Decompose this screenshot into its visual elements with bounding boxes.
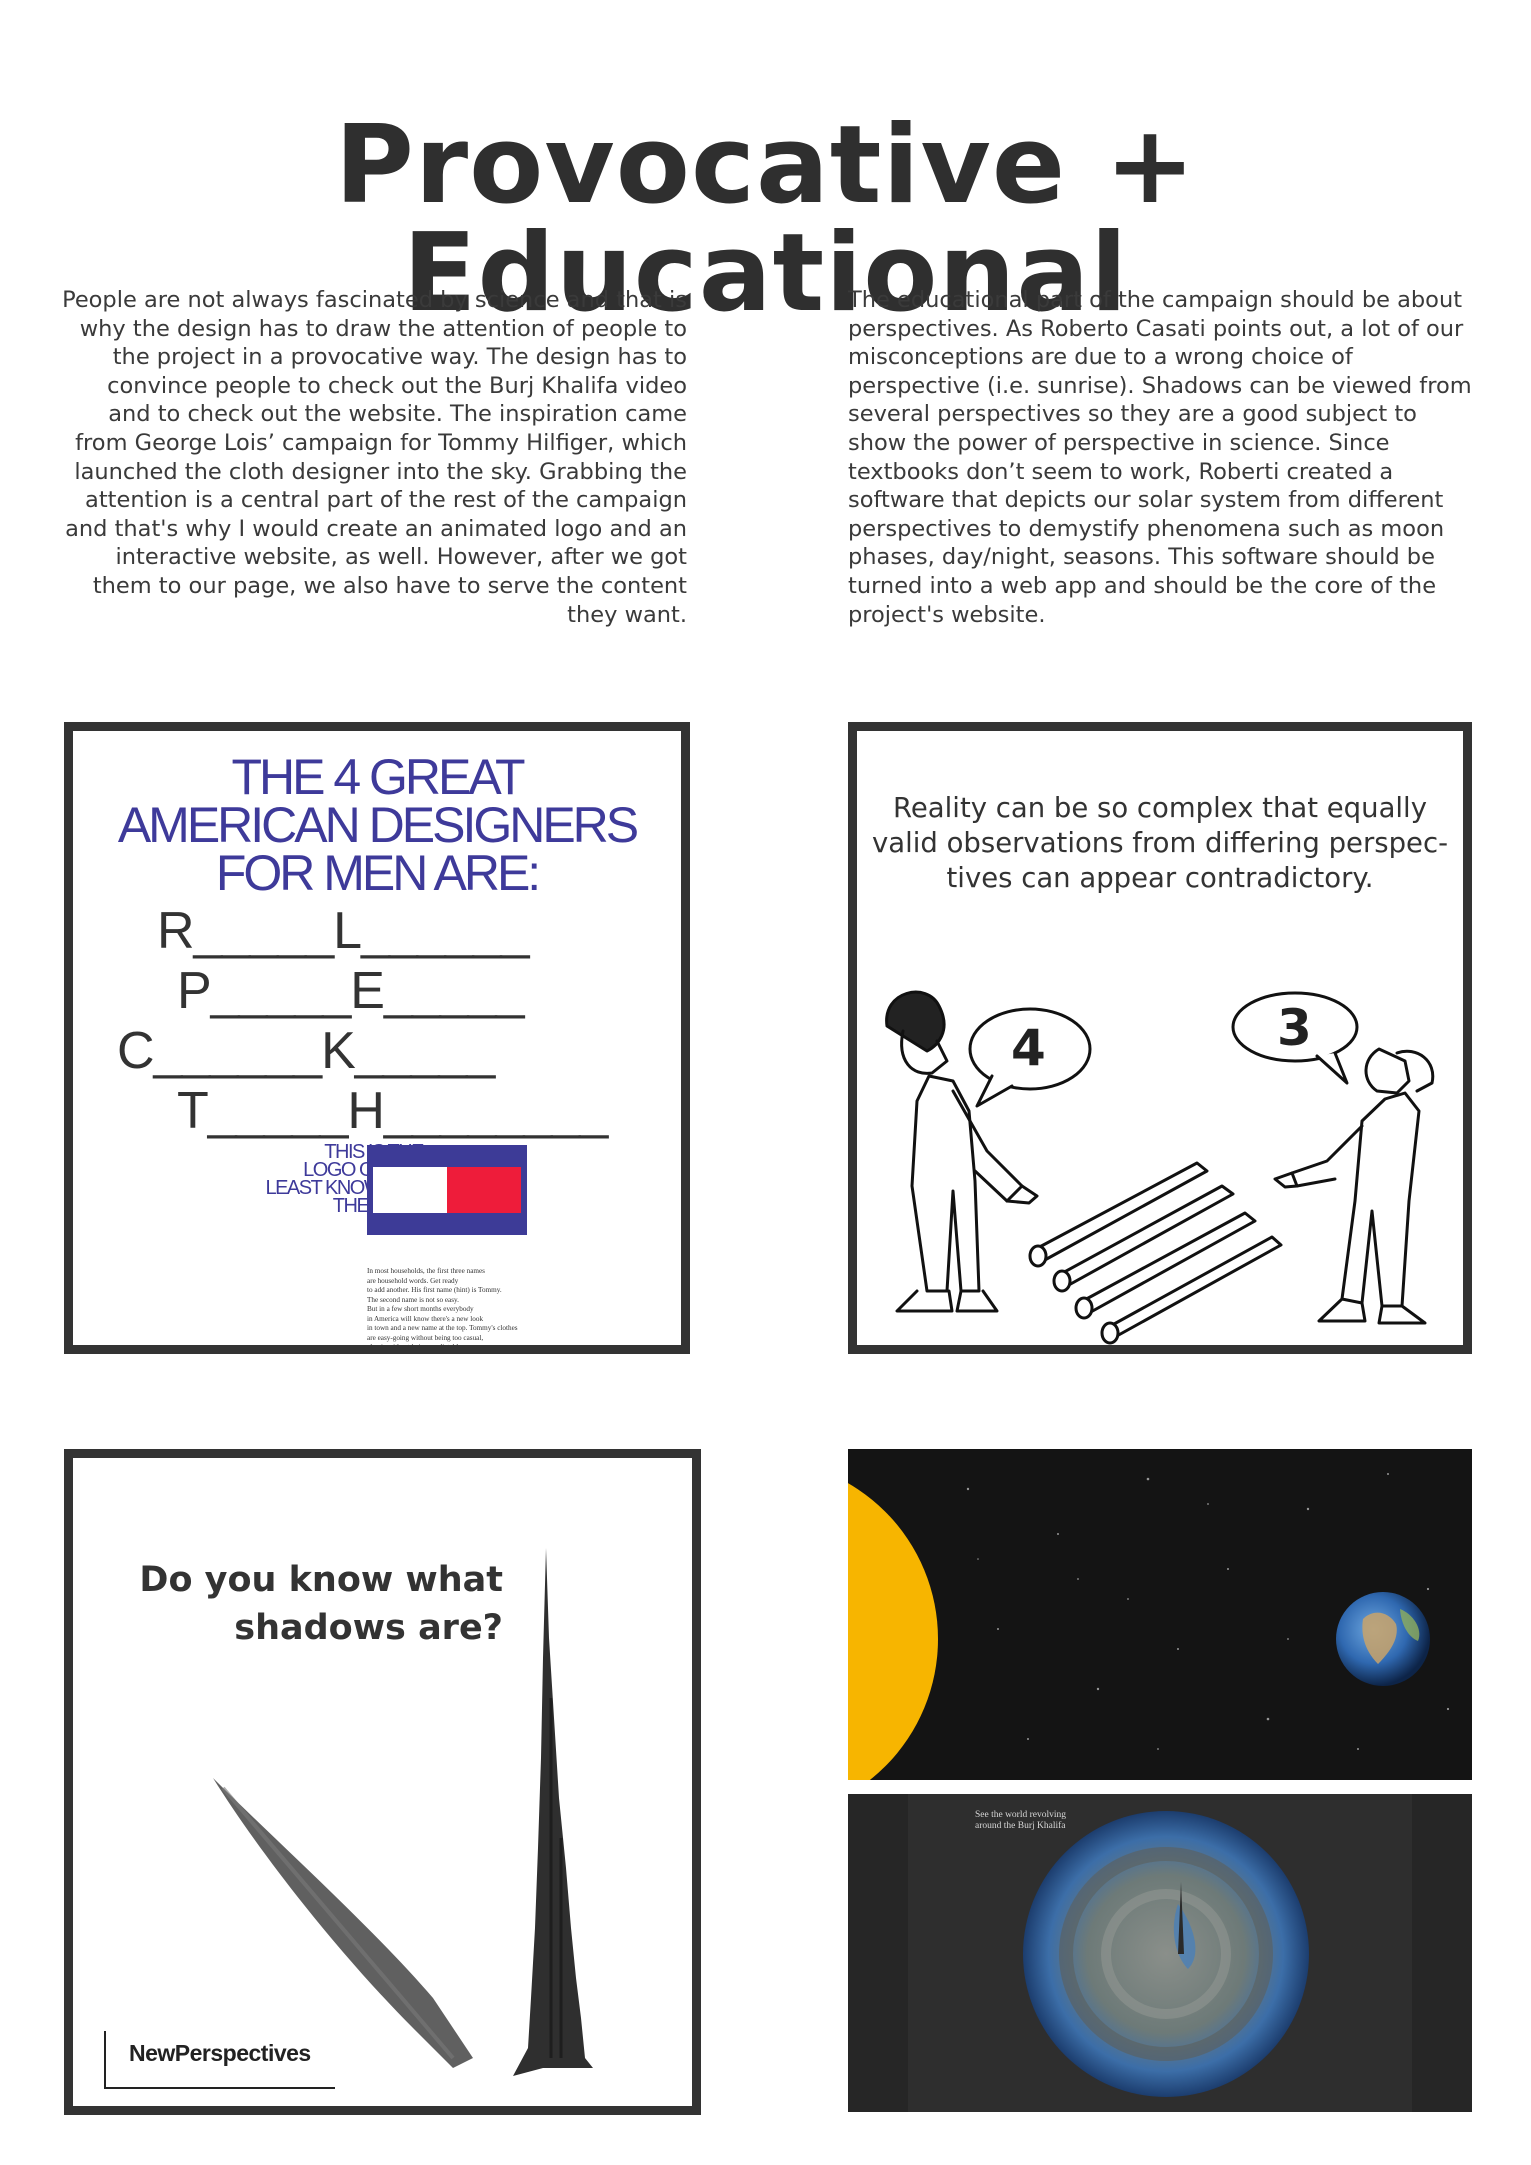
burj-khalifa-shadow-illustration	[104, 1548, 593, 2089]
space-sun-earth-panel	[848, 1449, 1472, 1780]
ad-blank-line: C______K_____	[117, 1022, 495, 1080]
perspective-cartoon-panel: Reality can be so complex that equally v…	[848, 722, 1472, 1354]
ad-body-line: are household words. Get ready	[367, 1276, 459, 1285]
bubble-number-right: 3	[1277, 999, 1312, 1057]
globe-caption-line: around the Burj Khalifa	[975, 1821, 1066, 1831]
cartoon-illustration	[885, 990, 1435, 1345]
bubble-number-left: 4	[1011, 1019, 1046, 1077]
ad-body-line: The second name is not so easy.	[367, 1295, 459, 1304]
globe-illustration	[848, 1794, 1472, 2112]
ad-body-line: in America will know there's a new look	[367, 1314, 484, 1323]
shadows-panel: Do you know what shadows are? NewPerspec…	[64, 1449, 701, 2115]
ad-body-line: in town and a new name at the top. Tommy…	[367, 1324, 518, 1332]
ad-body-line: are easy-going without being too casual,	[367, 1333, 484, 1342]
ad-headline: THE 4 GREAT AMERICAN DESIGNERS FOR MEN A…	[73, 749, 681, 901]
ad-body-line: classic without being predictable.	[367, 1343, 464, 1351]
globe-panel: See the world revolving around the Burj …	[848, 1794, 1472, 2112]
tommy-ad-panel: THE 4 GREAT AMERICAN DESIGNERS FOR MEN A…	[64, 722, 690, 1354]
right-text-column: The educational part of the campaign sho…	[848, 287, 1472, 628]
ad-headline-line: AMERICAN DESIGNERS	[117, 797, 639, 853]
left-text-column: People are not always fascinated by scie…	[62, 287, 687, 628]
space-illustration	[848, 1449, 1472, 1780]
tommy-flag-logo	[367, 1145, 527, 1235]
ad-blank-line: P_____E_____	[177, 962, 525, 1020]
ad-headline-line: FOR MEN ARE:	[215, 845, 541, 901]
ad-headline-line: THE 4 GREAT	[231, 749, 525, 805]
ad-body-copy: In most households, the first three name…	[367, 1267, 567, 1351]
ad-body-line: to add another. His first name (hint) is…	[367, 1286, 502, 1294]
globe-caption: See the world revolving around the Burj …	[975, 1810, 1135, 1832]
ad-body-line: In most households, the first three name…	[367, 1267, 485, 1275]
new-perspectives-logo: NewPerspectives	[129, 2040, 311, 2066]
globe-caption-line: See the world revolving	[975, 1810, 1067, 1820]
ad-blank-line: R_____L______	[157, 902, 530, 960]
ad-body-line: But in a few short months everybody	[367, 1305, 474, 1313]
ad-blank-line: T_____H________	[177, 1082, 608, 1140]
